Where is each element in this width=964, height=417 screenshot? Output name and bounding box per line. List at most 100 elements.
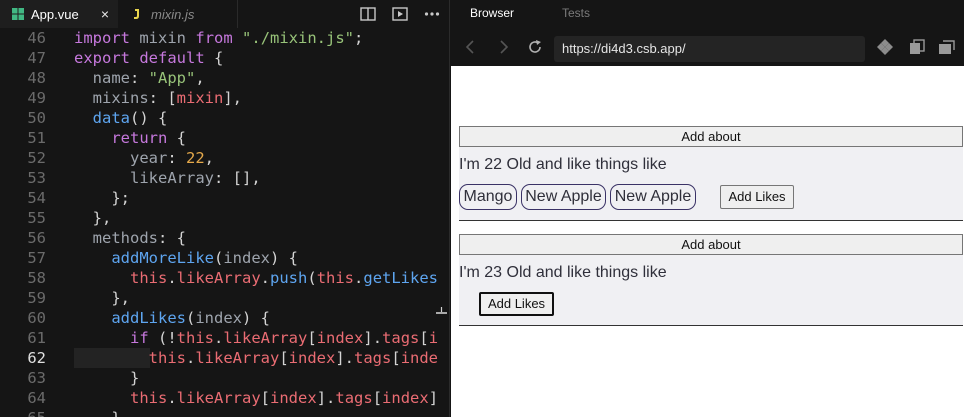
code-token: push [270, 269, 308, 287]
code-text: name: "App", [74, 68, 205, 88]
close-icon[interactable]: × [101, 6, 109, 22]
code-line[interactable]: 46 import mixin from "./mixin.js"; [0, 28, 449, 48]
code-token: }, [74, 209, 112, 227]
code-token: mixin [176, 89, 224, 107]
code-line[interactable]: 62 this.likeArray[index].tags[inde [0, 348, 449, 368]
tag-chip[interactable]: New Apple [521, 184, 606, 210]
tab-browser[interactable]: Browser [470, 6, 514, 20]
more-options-icon[interactable] [423, 5, 441, 23]
code-line[interactable]: 49 mixins: [mixin], [0, 88, 449, 108]
fullscreen-icon[interactable] [938, 38, 956, 56]
code-token: [ [419, 329, 429, 347]
refresh-icon[interactable] [526, 38, 544, 56]
code-text: this.likeArray[index].tags[index] [74, 388, 438, 408]
code-line[interactable]: 61 if (!this.likeArray[index].tags[i [0, 328, 449, 348]
code-line[interactable]: 50 data() { [0, 108, 449, 128]
code-text: import mixin from "./mixin.js"; [74, 28, 363, 48]
devtools-icon[interactable] [876, 38, 894, 56]
vue-file-icon [12, 8, 24, 20]
code-token: addMoreLike [111, 249, 214, 267]
add-likes-button[interactable]: Add Likes [720, 185, 794, 209]
code-text: addMoreLike(index) { [74, 248, 298, 268]
line-number: 49 [27, 89, 46, 107]
code-line[interactable]: 47 export default { [0, 48, 449, 68]
code-token: ] [428, 389, 439, 407]
code-line[interactable]: 63 } [0, 368, 449, 388]
code-line[interactable]: 65 }, [0, 408, 449, 417]
code-token: . [354, 269, 364, 287]
code-editor[interactable]: App.vue × mixin.js 46 import mixin from "… [0, 0, 449, 417]
code-token: ) { [270, 249, 298, 267]
code-token: { [204, 49, 224, 67]
back-icon[interactable] [462, 38, 480, 56]
tab-tests[interactable]: Tests [562, 6, 590, 20]
code-line[interactable]: 58 this.likeArray.push(this.getLikes [0, 268, 449, 288]
code-line[interactable]: 51 return { [0, 128, 449, 148]
code-token: () { [130, 109, 168, 127]
tag-chip[interactable]: New Apple [610, 184, 696, 210]
age-text: I'm 22 Old and like things like [459, 156, 667, 173]
preview-icon[interactable] [391, 5, 409, 23]
browser-nav-bar: https://di4d3.csb.app/ [450, 28, 964, 66]
code-area[interactable]: 46 import mixin from "./mixin.js"; 47 expor… [0, 28, 449, 417]
code-line[interactable]: 57 addMoreLike(index) { [0, 248, 449, 268]
js-file-icon [134, 9, 139, 19]
tab-mixin-js[interactable]: mixin.js [118, 0, 238, 28]
code-text: mixins: [mixin], [74, 88, 242, 108]
url-field[interactable]: https://di4d3.csb.app/ [554, 36, 865, 62]
code-line[interactable]: 53 likeArray: [], [0, 168, 449, 188]
code-token: getLikes [363, 269, 439, 287]
code-line[interactable]: 48 name: "App", [0, 68, 449, 88]
code-token: , [195, 69, 205, 87]
code-token: likeArray [130, 169, 214, 187]
forward-icon[interactable] [494, 38, 512, 56]
line-number: 61 [27, 329, 46, 347]
code-token: return [111, 129, 168, 147]
editor-tab-bar: App.vue × mixin.js [0, 0, 449, 28]
code-line[interactable]: 55 }, [0, 208, 449, 228]
code-token: . [214, 329, 224, 347]
add-likes-button[interactable]: Add Likes [479, 292, 554, 316]
code-token: "App" [148, 69, 196, 87]
code-line[interactable]: 59 }, [0, 288, 449, 308]
preview-viewport: Add about I'm 22 Old and like things lik… [451, 66, 964, 417]
line-number: 58 [27, 269, 46, 287]
code-text: data() { [74, 108, 168, 128]
code-line[interactable]: 64 this.likeArray[index].tags[index] [0, 388, 449, 408]
add-about-button[interactable]: Add about [459, 126, 963, 147]
line-number: 59 [27, 289, 46, 307]
code-line[interactable]: 52 year: 22, [0, 148, 449, 168]
scroll-indicator-icon[interactable] [436, 307, 447, 315]
open-in-window-icon[interactable] [908, 38, 926, 56]
code-token: from [195, 29, 233, 47]
code-token: ], [223, 89, 243, 107]
code-line[interactable]: 60 addLikes(index) { [0, 308, 449, 328]
split-editor-icon[interactable] [359, 5, 377, 23]
code-line[interactable]: 56 methods: { [0, 228, 449, 248]
line-number: 53 [27, 169, 46, 187]
code-token: ( [213, 249, 224, 267]
code-text: likeArray: [], [74, 168, 261, 188]
tag-chip[interactable]: Mango [459, 184, 517, 210]
add-about-button[interactable]: Add about [459, 234, 963, 255]
code-token: , [204, 149, 215, 167]
code-token: [ [391, 349, 401, 367]
code-token: default [139, 49, 205, 67]
code-token: ; [354, 29, 364, 47]
tab-app-vue[interactable]: App.vue × [0, 0, 118, 28]
line-number: 48 [27, 69, 46, 87]
code-token: export [74, 49, 130, 67]
code-token: : [167, 149, 186, 167]
code-token: i [428, 329, 439, 347]
line-number: 64 [27, 389, 46, 407]
code-line[interactable]: 54 }; [0, 188, 449, 208]
code-token: mixin [139, 29, 187, 47]
code-token: if [130, 329, 149, 347]
